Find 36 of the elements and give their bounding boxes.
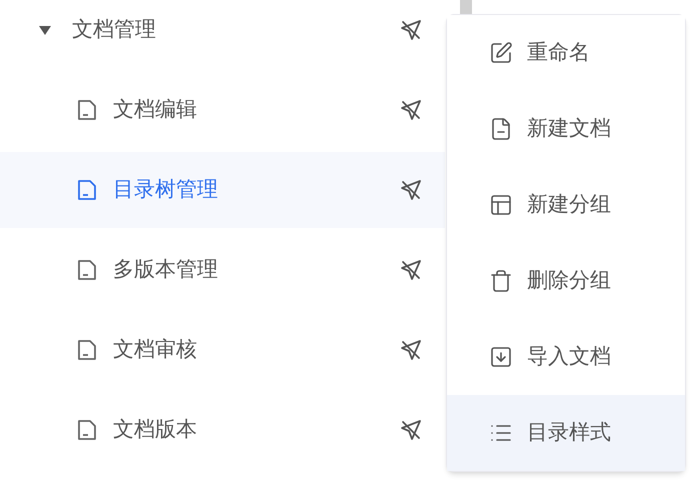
edit-icon	[489, 41, 513, 65]
menu-item[interactable]: 新建分组	[447, 167, 685, 243]
trash-icon	[489, 269, 513, 293]
document-icon	[77, 259, 97, 281]
menu-item[interactable]: 删除分组	[447, 243, 685, 319]
caret-down-icon[interactable]	[38, 24, 52, 36]
menu-item-label: 新建分组	[527, 191, 611, 218]
document-icon	[77, 339, 97, 361]
send-off-icon[interactable]	[399, 178, 423, 202]
layout-icon	[489, 193, 513, 217]
send-off-icon[interactable]	[399, 18, 423, 42]
document-icon	[77, 179, 97, 201]
menu-item[interactable]: 重命名	[447, 15, 685, 91]
menu-item[interactable]: 导入文档	[447, 319, 685, 395]
tree-item-label[interactable]: 文档管理	[72, 14, 399, 46]
send-off-icon[interactable]	[399, 338, 423, 362]
send-off-icon[interactable]	[399, 418, 423, 442]
tree-item-label: 文档编辑	[113, 96, 198, 124]
document-icon	[489, 117, 513, 141]
menu-item-label: 重命名	[527, 39, 590, 66]
document-icon	[77, 99, 97, 121]
menu-item[interactable]: 目录样式	[447, 395, 685, 471]
tree-item-label: 目录树管理	[113, 176, 219, 204]
send-off-icon[interactable]	[399, 98, 423, 122]
menu-item-label: 导入文档	[527, 343, 611, 370]
import-icon	[489, 345, 513, 369]
document-icon	[77, 419, 97, 441]
tree-item-label: 文档审核	[113, 336, 198, 364]
tree-item[interactable]: 目录树管理	[0, 152, 445, 228]
menu-item-label: 删除分组	[527, 267, 611, 294]
tree-item-label: 文档版本	[113, 416, 198, 444]
menu-item[interactable]: 新建文档	[447, 91, 685, 167]
menu-item-label: 目录样式	[527, 419, 611, 446]
send-off-icon[interactable]	[399, 258, 423, 282]
menu-item-label: 新建文档	[527, 115, 611, 142]
tree-item-label: 多版本管理	[113, 256, 219, 284]
